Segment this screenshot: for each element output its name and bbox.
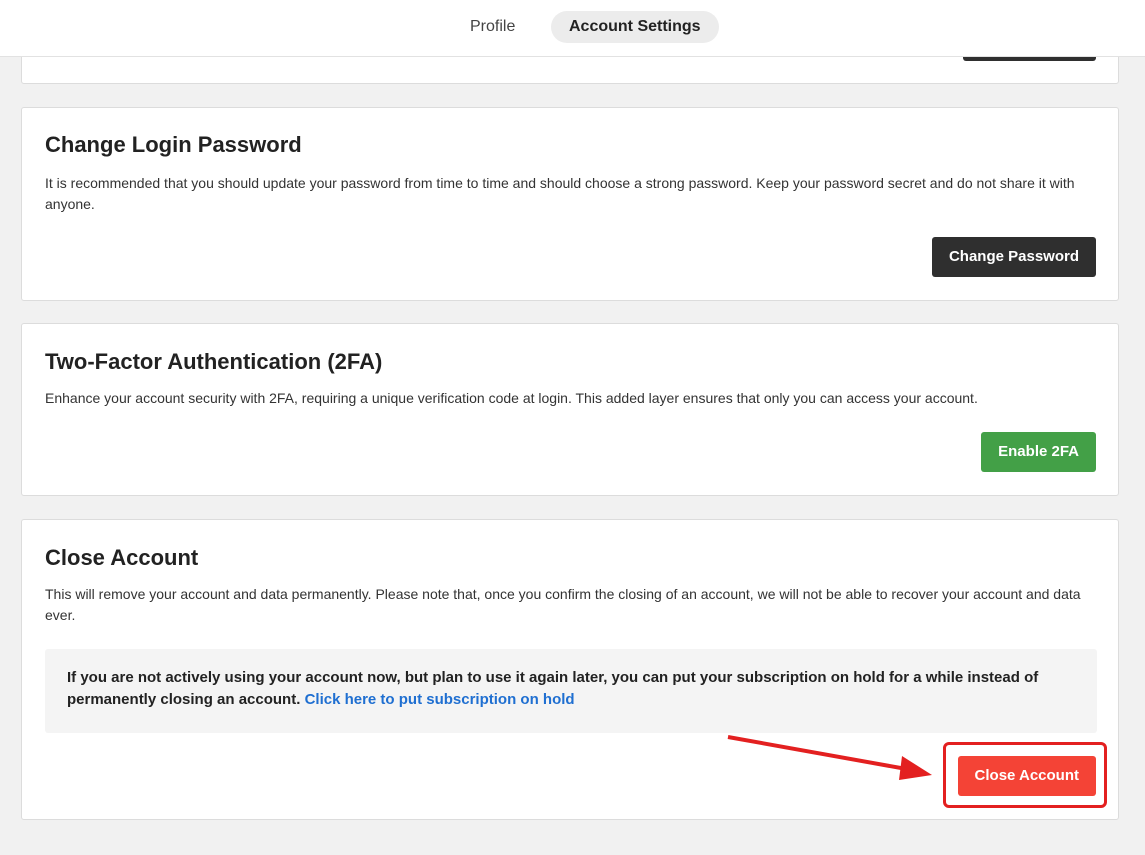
change-password-title: Change Login Password	[45, 132, 302, 157]
annotation-highlight-box	[943, 742, 1107, 808]
change-password-button[interactable]: Change Password	[931, 237, 1096, 277]
change-password-card: Change Login Password It is recommended …	[21, 107, 1119, 301]
hold-subscription-notice: If you are not actively using your accou…	[45, 649, 1097, 733]
annotation-arrow-icon	[727, 735, 932, 780]
tab-account-settings[interactable]: Account Settings	[551, 11, 719, 43]
two-factor-title: Two-Factor Authentication (2FA)	[45, 349, 383, 374]
hold-subscription-link[interactable]: Click here to put subscription on hold	[305, 691, 575, 708]
close-account-description: This will remove your account and data p…	[45, 586, 1081, 623]
close-account-title: Close Account	[45, 545, 199, 570]
change-password-description: It is recommended that you should update…	[45, 175, 1075, 212]
tab-profile[interactable]: Profile	[452, 11, 533, 43]
enable-2fa-button[interactable]: Enable 2FA	[981, 432, 1096, 472]
top-nav: Profile Account Settings	[0, 0, 1145, 57]
two-factor-card: Two-Factor Authentication (2FA) Enhance …	[21, 323, 1119, 496]
two-factor-description: Enhance your account security with 2FA, …	[45, 390, 978, 406]
